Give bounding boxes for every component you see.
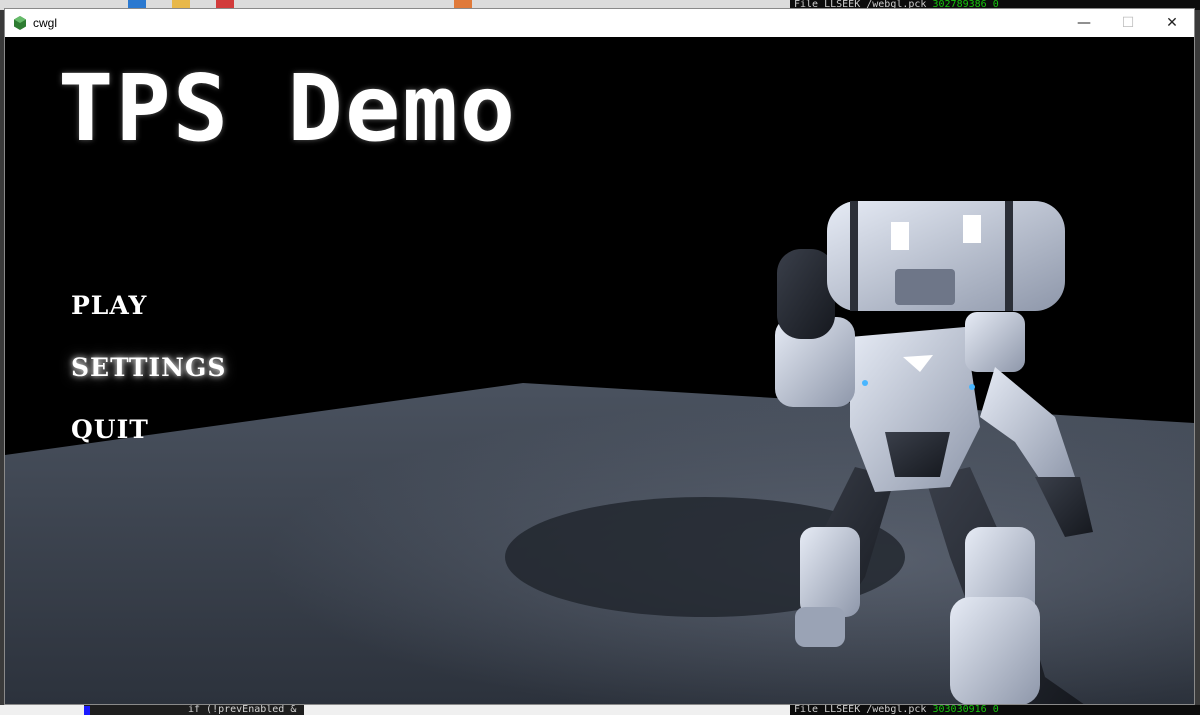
background-code-editor: if (!prevEnabled & — [84, 705, 304, 715]
main-menu: PLAY SETTINGS QUIT — [71, 275, 226, 461]
play-button[interactable]: PLAY — [71, 275, 147, 337]
title-bar[interactable]: cwgl — ☐ ✕ — [5, 9, 1194, 37]
maximize-icon: ☐ — [1121, 15, 1135, 31]
app-icon — [14, 16, 26, 30]
settings-button[interactable]: SETTINGS — [71, 337, 226, 399]
game-viewport[interactable]: TPS Demo PLAY SETTINGS QUIT — [5, 37, 1194, 704]
close-button[interactable]: ✕ — [1150, 9, 1194, 37]
window-controls: — ☐ ✕ — [1062, 9, 1194, 37]
taskbar-icon-folder — [172, 0, 190, 8]
background-desktop-bottom: if (!prevEnabled & File LLSEEK /webgl.pc… — [0, 705, 1200, 715]
code-line: if (!prevEnabled & — [188, 705, 297, 715]
background-console-bottom: File LLSEEK /webgl.pck 303030916 0 — [790, 705, 1200, 715]
taskbar-icon-blue — [128, 0, 146, 8]
quit-button[interactable]: QUIT — [71, 399, 149, 461]
console-text: File LLSEEK /webgl.pck — [794, 705, 927, 715]
minimize-button[interactable]: — — [1062, 9, 1106, 37]
app-window: cwgl — ☐ ✕ TPS Demo PLAY SETTINGS QUIT — [4, 8, 1195, 705]
minimize-icon: — — [1077, 15, 1091, 31]
taskbar-icon-red — [216, 0, 234, 8]
maximize-button[interactable]: ☐ — [1106, 9, 1150, 37]
taskbar-icon-orange — [454, 0, 472, 8]
close-icon: ✕ — [1166, 15, 1178, 31]
window-title: cwgl — [33, 16, 58, 30]
editor-line-marker — [84, 706, 90, 715]
game-title: TPS Demo — [58, 55, 518, 162]
console-number: 303030916 0 — [932, 705, 999, 715]
